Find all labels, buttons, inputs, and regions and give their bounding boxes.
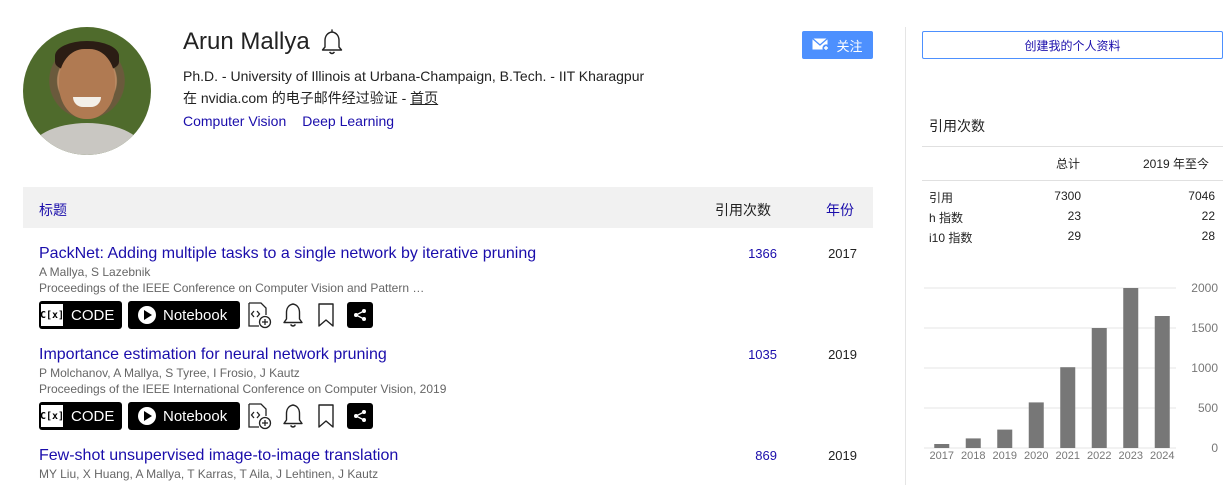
add-code-icon[interactable] (247, 402, 273, 430)
follow-button[interactable]: 关注 (802, 31, 873, 59)
stat-label: h 指数 (929, 211, 964, 225)
stats-row-i10-index: i10 指数 29 28 (929, 229, 1215, 249)
interest-link-deep-learning[interactable]: Deep Learning (302, 113, 394, 129)
share-icon[interactable] (347, 302, 373, 328)
verified-text: 在 nvidia.com 的电子邮件经过验证 - (183, 90, 407, 106)
stat-all: 29 (1067, 229, 1081, 243)
bookmark-icon[interactable] (313, 402, 339, 430)
stats-col-all[interactable]: 总计 (1056, 155, 1080, 172)
chart-bar[interactable] (1123, 288, 1139, 448)
article-year: 2019 (828, 347, 857, 362)
notebook-badge-label: Notebook (163, 306, 228, 324)
article-venue: Proceedings of the IEEE Conference on Co… (39, 281, 425, 295)
table-row: Few-shot unsupervised image-to-image tra… (39, 446, 873, 482)
citations-bar-chart: 0 500 1000 1500 2000 2017 2018 2019 2020 2021 2022… (924, 281, 1218, 462)
notebook-badge-button[interactable]: Notebook (128, 301, 240, 329)
table-row: PackNet: Adding multiple tasks to a sing… (39, 244, 873, 296)
article-badges: C[x] CODE Notebook (39, 402, 373, 430)
cited-by-column-header[interactable]: 引用次数 (715, 200, 771, 220)
code-badge-button[interactable]: C[x] CODE (39, 402, 122, 430)
stats-row-h-index: h 指数 23 22 (929, 209, 1215, 229)
articles-table-header: 标题 引用次数 年份 (23, 187, 873, 228)
chart-x-tick-label: 2022 (1087, 450, 1111, 462)
chart-bar[interactable] (997, 429, 1013, 448)
mail-plus-icon (812, 38, 831, 52)
article-cited-by-link[interactable]: 1035 (717, 347, 777, 362)
chart-x-tick-label: 2017 (930, 450, 954, 462)
code-badge-label: CODE (71, 306, 115, 324)
code-badge-icon: C[x] (40, 304, 64, 326)
stats-col-since[interactable]: 2019 年至今 (1143, 155, 1209, 172)
stat-all: 7300 (1054, 189, 1081, 203)
article-authors: P Molchanov, A Mallya, S Tyree, I Frosio… (39, 366, 300, 380)
chart-x-tick-label: 2020 (1024, 450, 1048, 462)
bookmark-icon[interactable] (313, 301, 339, 329)
chart-x-tick-label: 2024 (1150, 450, 1174, 462)
profile-verified-email: 在 nvidia.com 的电子邮件经过验证 - 首页 (183, 88, 438, 108)
chart-y-tick-label: 500 (1198, 401, 1218, 415)
chart-bar[interactable] (965, 438, 981, 448)
article-year: 2017 (828, 246, 857, 261)
stat-since: 28 (1201, 229, 1215, 243)
bell-icon[interactable] (320, 28, 344, 56)
notebook-badge-button[interactable]: Notebook (128, 402, 240, 430)
sort-by-title-link[interactable]: 标题 (39, 200, 67, 220)
stat-since: 7046 (1188, 189, 1215, 203)
chart-x-tick-label: 2018 (961, 450, 985, 462)
play-icon (138, 407, 156, 425)
alert-bell-icon[interactable] (280, 301, 306, 329)
create-profile-button[interactable]: 创建我的个人资料 (922, 31, 1223, 59)
profile-name: Arun Mallya (183, 28, 310, 55)
chart-bar[interactable] (934, 444, 950, 448)
homepage-link[interactable]: 首页 (410, 90, 438, 106)
table-row: Importance estimation for neural network… (39, 345, 873, 397)
chart-x-tick-label: 2021 (1056, 450, 1080, 462)
profile-name-row: Arun Mallya (183, 28, 344, 56)
code-badge-label: CODE (71, 407, 115, 425)
stat-since: 22 (1201, 209, 1215, 223)
chart-bar[interactable] (1028, 402, 1044, 448)
chart-y-tick-label: 2000 (1191, 281, 1218, 295)
article-authors: MY Liu, X Huang, A Mallya, T Karras, T A… (39, 467, 379, 481)
article-cited-by-link[interactable]: 1366 (717, 246, 777, 261)
notebook-badge-label: Notebook (163, 407, 228, 425)
add-code-icon[interactable] (247, 301, 273, 329)
profile-affiliation: Ph.D. - University of Illinois at Urbana… (183, 68, 645, 84)
article-venue: Proceedings of the IEEE International Co… (39, 382, 447, 396)
chart-x-tick-label: 2023 (1119, 450, 1143, 462)
follow-label: 关注 (836, 38, 863, 54)
code-badge-button[interactable]: C[x] CODE (39, 301, 122, 329)
chart-bar[interactable] (1060, 367, 1076, 448)
sort-by-year-link[interactable]: 年份 (826, 200, 854, 220)
alert-bell-icon[interactable] (280, 402, 306, 430)
play-icon (138, 306, 156, 324)
chart-y-tick-label: 1500 (1191, 321, 1218, 335)
chart-bar[interactable] (1091, 328, 1107, 448)
interest-link-computer-vision[interactable]: Computer Vision (183, 113, 286, 129)
chart-bar[interactable] (1154, 316, 1170, 448)
column-divider (905, 27, 906, 485)
article-cited-by-link[interactable]: 869 (717, 448, 777, 463)
share-icon[interactable] (347, 403, 373, 429)
stats-divider (922, 146, 1223, 147)
chart-y-tick-label: 1000 (1191, 361, 1218, 375)
chart-x-tick-label: 2019 (993, 450, 1017, 462)
article-authors: A Mallya, S Lazebnik (39, 265, 151, 279)
stat-all: 23 (1067, 209, 1081, 223)
chart-y-tick-label: 0 (1211, 441, 1218, 455)
article-year: 2019 (828, 448, 857, 463)
profile-photo (23, 27, 151, 155)
stats-row-citations: 引用 7300 7046 (929, 189, 1215, 209)
stat-label: 引用 (929, 191, 954, 205)
article-badges: C[x] CODE Notebook (39, 301, 373, 329)
stats-divider (922, 180, 1223, 181)
cited-by-heading: 引用次数 (929, 118, 985, 134)
stat-label: i10 指数 (929, 231, 973, 245)
profile-interests: Computer Vision Deep Learning (183, 113, 394, 129)
code-badge-icon: C[x] (40, 405, 64, 427)
